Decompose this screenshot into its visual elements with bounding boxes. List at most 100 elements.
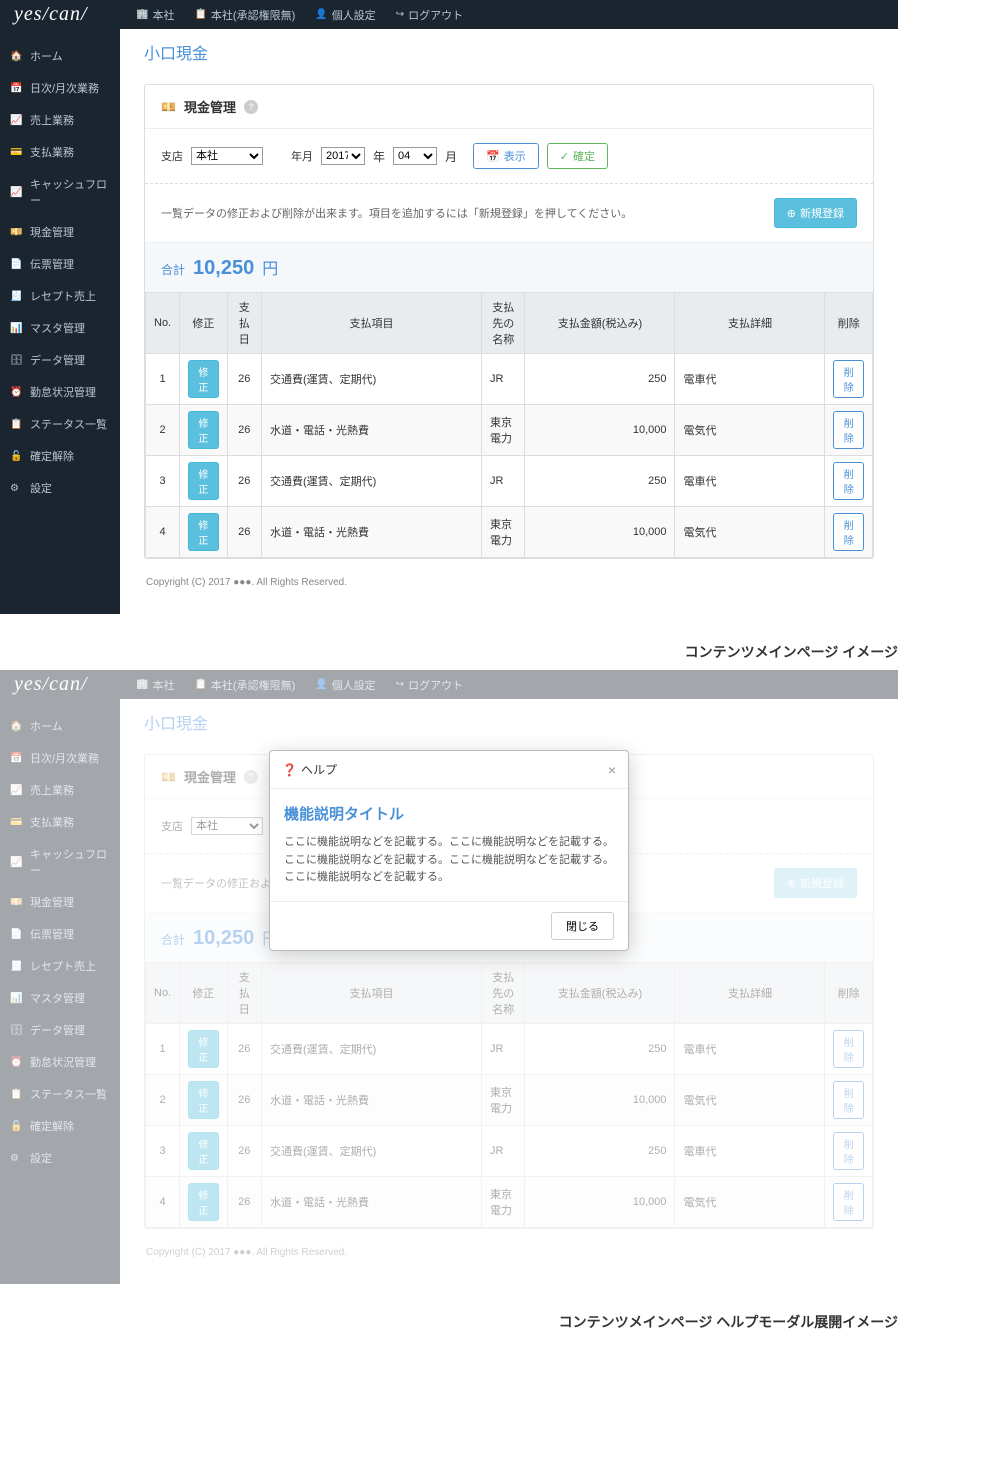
sidebar-item-master[interactable]: 📊マスタ管理 (0, 312, 120, 344)
show-button[interactable]: 📅表示 (473, 143, 539, 169)
col-date: 支払日 (227, 293, 261, 354)
cell-item: 交通費(運賃、定期代) (261, 354, 481, 405)
sidebar-item-label: 日次/月次業務 (30, 80, 99, 96)
cell-no: 4 (146, 507, 180, 558)
total-value: 10,250 (193, 257, 254, 280)
sidebar-item-status[interactable]: 📋ステータス一覧 (0, 408, 120, 440)
col-no: No. (146, 293, 180, 354)
cell-delete: 削除 (825, 354, 873, 405)
sidebar-item-daily[interactable]: 📅日次/月次業務 (0, 72, 120, 104)
delete-button[interactable]: 削除 (833, 462, 864, 500)
sidebar: 🏠ホーム 📅日次/月次業務 📈売上業務 💳支払業務 📈キャッシュフロー 💴 現金管… (0, 0, 120, 614)
header-nav-honsha[interactable]: 🏢 本社 (136, 7, 174, 23)
clock-icon: ⏰ (10, 387, 22, 398)
receipt-icon: 🧾 (10, 291, 22, 302)
confirm-button[interactable]: ✓確定 (547, 143, 608, 169)
page-title: 小口現金 (144, 40, 874, 64)
total-row: 合計 10,250 円 (145, 243, 873, 292)
branch-select[interactable]: 本社 (191, 147, 263, 165)
close-icon[interactable]: × (608, 762, 616, 778)
content-area: 小口現金 💴 現金管理 ? 支店 本社 年月 2017 年 04 月 📅表示 ✓… (120, 0, 898, 614)
help-modal: ❓ヘルプ × 機能説明タイトル ここに機能説明などを記載する。ここに機能説明など… (269, 750, 629, 951)
delete-button[interactable]: 削除 (833, 360, 864, 398)
cell-item: 水道・電話・光熱費 (261, 405, 481, 456)
top-header: yes/can/ 🏢 本社 📋 本社(承認権限無) 👤 個人設定 ↪ ログアウト (0, 0, 898, 29)
sidebar-item-label: 現金管理 (30, 224, 74, 240)
total-unit: 円 (262, 255, 278, 279)
col-detail: 支払詳細 (675, 293, 825, 354)
sidebar-item-payments[interactable]: 💳支払業務 (0, 136, 120, 168)
chart-icon: 📈 (10, 187, 22, 198)
cell-payee: 東京電力 (481, 507, 525, 558)
year-select[interactable]: 2017 (321, 147, 365, 165)
sidebar-item-label: レセプト売上 (30, 288, 96, 304)
bar-icon: 📊 (10, 323, 22, 334)
header-nav-label: 個人設定 (332, 7, 376, 23)
cell-no: 2 (146, 405, 180, 456)
help-icon[interactable]: ? (244, 100, 258, 114)
cell-delete: 削除 (825, 456, 873, 507)
edit-button[interactable]: 修正 (188, 360, 218, 398)
note-row: 一覧データの修正および削除が出来ます。項目を追加するには「新規登録」を押してくだ… (145, 184, 873, 243)
home-icon: 🏠 (10, 51, 22, 62)
cell-edit: 修正 (180, 456, 227, 507)
sidebar-item-slip[interactable]: 📄伝票管理 (0, 248, 120, 280)
sidebar-item-sales[interactable]: 📈売上業務 (0, 104, 120, 136)
sidebar-item-receipt[interactable]: 🧾 レセプト売上 (0, 280, 120, 312)
gear-icon: ⚙ (10, 483, 22, 494)
cell-edit: 修正 (180, 507, 227, 558)
month-select[interactable]: 04 (393, 147, 437, 165)
building-icon: 🏢 (136, 9, 148, 20)
delete-button[interactable]: 削除 (833, 411, 864, 449)
table-row: 1 修正 26 交通費(運賃、定期代) JR 250 電車代 削除 (146, 354, 873, 405)
cell-edit: 修正 (180, 354, 227, 405)
sidebar-item-label: ステータス一覧 (30, 416, 107, 432)
header-nav-label: ログアウト (408, 7, 463, 23)
branch-label: 支店 (161, 148, 183, 164)
table-row: 3 修正 26 交通費(運賃、定期代) JR 250 電車代 削除 (146, 456, 873, 507)
edit-button[interactable]: 修正 (188, 411, 218, 449)
sidebar-item-home[interactable]: 🏠ホーム (0, 40, 120, 72)
sidebar-item-cash[interactable]: 💴 現金管理 (0, 216, 120, 248)
cash-table: No. 修正 支払日 支払項目 支払先の名称 支払金額(税込み) 支払詳細 削除… (145, 292, 873, 558)
cash-panel: 💴 現金管理 ? 支店 本社 年月 2017 年 04 月 📅表示 ✓確定 一覧… (144, 84, 874, 559)
total-label: 合計 (161, 261, 185, 278)
cell-edit: 修正 (180, 405, 227, 456)
sidebar-item-data[interactable]: 🗄データ管理 (0, 344, 120, 376)
sidebar-item-settings[interactable]: ⚙ 設定 (0, 472, 120, 504)
header-nav-honsha-noperm[interactable]: 📋 本社(承認権限無) (194, 7, 295, 23)
edit-button[interactable]: 修正 (188, 513, 218, 551)
panel-header: 💴 現金管理 ? (145, 85, 873, 129)
money-icon: 💴 (10, 227, 22, 238)
modal-subtitle: 機能説明タイトル (284, 803, 614, 824)
cell-amount: 10,000 (525, 405, 675, 456)
sidebar-item-unlock[interactable]: 🔓確定解除 (0, 440, 120, 472)
clipboard-icon: 📋 (194, 9, 206, 20)
copyright: Copyright (C) 2017 ●●●. All Rights Reser… (144, 571, 874, 594)
cell-date: 26 (227, 507, 261, 558)
header-nav-label: 本社(承認権限無) (211, 7, 295, 23)
calendar-icon: 📅 (486, 150, 500, 163)
doc-icon: 📄 (10, 259, 22, 270)
header-nav-personal[interactable]: 👤 個人設定 (315, 7, 375, 23)
new-register-button[interactable]: ⊕新規登録 (774, 198, 857, 228)
cell-payee: JR (481, 354, 525, 405)
sidebar-item-label: 設定 (30, 480, 52, 496)
header-nav: 🏢 本社 📋 本社(承認権限無) 👤 個人設定 ↪ ログアウト (120, 7, 463, 23)
col-delete: 削除 (825, 293, 873, 354)
sidebar-item-cashflow[interactable]: 📈キャッシュフロー (0, 168, 120, 216)
table-body: 1 修正 26 交通費(運賃、定期代) JR 250 電車代 削除 2 修正 2… (146, 354, 873, 558)
table-header-row: No. 修正 支払日 支払項目 支払先の名称 支払金額(税込み) 支払詳細 削除 (146, 293, 873, 354)
header-nav-logout[interactable]: ↪ ログアウト (396, 7, 463, 23)
modal-body: 機能説明タイトル ここに機能説明などを記載する。ここに機能説明などを記載する。こ… (270, 789, 628, 901)
note-text: 一覧データの修正および削除が出来ます。項目を追加するには「新規登録」を押してくだ… (161, 205, 632, 221)
sidebar-item-attendance[interactable]: ⏰勤怠状況管理 (0, 376, 120, 408)
edit-button[interactable]: 修正 (188, 462, 218, 500)
logout-icon: ↪ (396, 9, 404, 20)
modal-close-button[interactable]: 閉じる (551, 912, 614, 940)
cell-date: 26 (227, 456, 261, 507)
cell-detail: 電気代 (675, 405, 825, 456)
money-icon: 💴 (161, 100, 176, 114)
delete-button[interactable]: 削除 (833, 513, 864, 551)
modal-footer: 閉じる (270, 901, 628, 950)
